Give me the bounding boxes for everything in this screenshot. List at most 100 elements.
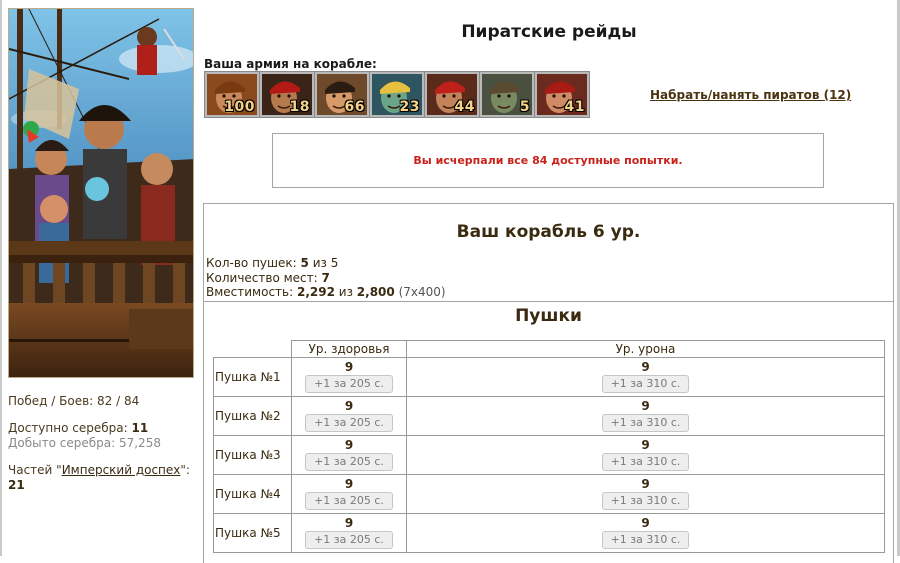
gun-name: Пушка №2: [213, 396, 292, 436]
cannons-count-row: Кол-во пушек: 5 из 5: [206, 256, 446, 271]
guns-header-row: Ур. здоровья Ур. урона: [214, 340, 885, 358]
ship-panel: Ваш корабль 6 ур. Кол-во пушек: 5 из 5 К…: [203, 203, 894, 563]
capacity-value: 2,292: [296, 285, 335, 299]
army-unit[interactable]: 23: [370, 72, 424, 117]
gun-health-level: 9: [344, 360, 354, 374]
gun-damage-cell: 9 +1 за 310 с.: [406, 435, 885, 475]
gun-damage-level: 9: [641, 399, 650, 413]
page-frame-left: [0, 0, 2, 556]
capacity-max: 2,800: [356, 285, 395, 299]
gun-damage-level: 9: [641, 516, 650, 530]
army-unit[interactable]: 5: [480, 72, 534, 117]
army-unit[interactable]: 66: [315, 72, 369, 117]
gun-name: Пушка №1: [213, 357, 292, 397]
imperial-armor-link[interactable]: Имперский доспех: [62, 463, 181, 477]
player-stats: Побед / Боев: 82 / 84 Доступно серебра: …: [8, 394, 196, 493]
wins-value: 82 / 84: [97, 394, 140, 408]
upgrade-damage-button[interactable]: +1 за 310 с.: [601, 375, 690, 393]
army-unit-count: 18: [289, 99, 310, 115]
gun-damage-level: 9: [641, 438, 650, 452]
pirate-crew-illustration: [8, 8, 194, 378]
guns-table: Ур. здоровья Ур. урона Пушка №1 9 +1 за 20…: [213, 340, 885, 553]
army-label: Ваша армия на корабле:: [204, 57, 377, 71]
gun-name: Пушка №3: [213, 435, 292, 475]
capacity-extra: (7x400): [398, 285, 446, 299]
silver-mined-row: Добыто серебра: 57,258: [8, 436, 196, 451]
upgrade-damage-button[interactable]: +1 за 310 с.: [601, 492, 690, 510]
guns-header-empty: [214, 341, 292, 358]
ship-divider: [204, 301, 893, 302]
seats-row: Количество мест: 7: [206, 271, 446, 286]
gun-row: Пушка №3 9 +1 за 205 с. 9 +1 за 310 с.: [213, 435, 885, 475]
army-unit-count: 5: [519, 99, 530, 115]
upgrade-health-button[interactable]: +1 за 205 с.: [305, 453, 393, 471]
upgrade-health-button[interactable]: +1 за 205 с.: [305, 492, 393, 510]
army-unit-count: 44: [454, 99, 475, 115]
guns-title: Пушки: [515, 306, 582, 326]
wins-label: Побед / Боев:: [8, 394, 94, 408]
gun-damage-level: 9: [641, 360, 650, 374]
army-unit-count: 23: [399, 99, 420, 115]
cannons-label: Кол-во пушек:: [206, 256, 297, 270]
hire-pirates-link[interactable]: Набрать/нанять пиратов (12): [650, 88, 851, 102]
seats-label: Количество мест:: [206, 270, 318, 285]
army-unit[interactable]: 100: [205, 72, 259, 117]
cannons-of: из 5: [312, 256, 339, 270]
army-unit-count: 41: [564, 99, 585, 115]
cannons-value: 5: [300, 256, 309, 270]
attempts-exhausted-alert: Вы исчерпали все 84 доступные попытки.: [272, 133, 824, 188]
gun-health-cell: 9 +1 за 205 с.: [291, 396, 407, 436]
armor-parts-row: Частей "Имперский доспех":: [8, 463, 196, 478]
guns-header-damage: Ур. урона: [406, 340, 885, 358]
capacity-of: из: [338, 285, 353, 299]
gun-name: Пушка №5: [213, 513, 292, 553]
silver-label: Доступно серебра:: [8, 421, 128, 435]
gun-health-level: 9: [344, 516, 354, 530]
gun-row: Пушка №5 9 +1 за 205 с. 9 +1 за 310 с.: [213, 513, 885, 553]
ship-info: Кол-во пушек: 5 из 5 Количество мест: 7 …: [206, 256, 446, 300]
guns-header-health: Ур. здоровья: [291, 340, 407, 358]
mined-label: Добыто серебра:: [8, 436, 116, 450]
army-unit[interactable]: 44: [425, 72, 479, 117]
gun-health-level: 9: [344, 399, 354, 413]
upgrade-damage-button[interactable]: +1 за 310 с.: [601, 531, 690, 549]
gun-damage-cell: 9 +1 за 310 с.: [406, 396, 885, 436]
gun-health-cell: 9 +1 за 205 с.: [291, 474, 407, 514]
gun-damage-cell: 9 +1 за 310 с.: [406, 474, 885, 514]
gun-health-cell: 9 +1 за 205 с.: [291, 357, 407, 397]
gun-health-cell: 9 +1 за 205 с.: [291, 513, 407, 553]
silver-value: 11: [131, 421, 149, 435]
upgrade-health-button[interactable]: +1 за 205 с.: [305, 414, 393, 432]
gun-name: Пушка №4: [213, 474, 292, 514]
gun-health-cell: 9 +1 за 205 с.: [291, 435, 407, 475]
gun-row: Пушка №1 9 +1 за 205 с. 9 +1 за 310 с.: [213, 357, 885, 397]
army-unit-count: 100: [224, 99, 255, 115]
gun-damage-level: 9: [641, 477, 650, 491]
army-unit[interactable]: 18: [260, 72, 314, 117]
gun-health-level: 9: [344, 477, 354, 491]
capacity-row: Вместимость: 2,292 из 2,800 (7x400): [206, 285, 446, 300]
ship-title: Ваш корабль 6 ур.: [456, 222, 641, 242]
army-unit-count: 66: [344, 99, 365, 115]
army-roster: 100 18 66 23 44 5 41: [204, 71, 590, 118]
mined-value: 57,258: [118, 436, 161, 450]
parts-suffix: ":: [180, 463, 190, 477]
upgrade-damage-button[interactable]: +1 за 310 с.: [601, 414, 690, 432]
army-unit[interactable]: 41: [535, 72, 589, 117]
gun-health-level: 9: [344, 438, 354, 452]
capacity-label: Вместимость:: [206, 285, 294, 299]
gun-damage-cell: 9 +1 за 310 с.: [406, 357, 885, 397]
parts-value: 21: [8, 478, 25, 492]
upgrade-health-button[interactable]: +1 за 205 с.: [305, 531, 393, 549]
gun-row: Пушка №4 9 +1 за 205 с. 9 +1 за 310 с.: [213, 474, 885, 514]
wins-battles-row: Побед / Боев: 82 / 84: [8, 394, 196, 409]
upgrade-health-button[interactable]: +1 за 205 с.: [305, 375, 393, 393]
seats-value: 7: [321, 270, 330, 285]
silver-available-row: Доступно серебра: 11: [8, 421, 196, 436]
page-title: Пиратские рейды: [461, 22, 637, 42]
sidebar: Побед / Боев: 82 / 84 Доступно серебра: …: [8, 8, 196, 493]
gun-damage-cell: 9 +1 за 310 с.: [406, 513, 885, 553]
upgrade-damage-button[interactable]: +1 за 310 с.: [601, 453, 690, 471]
parts-prefix: Частей ": [8, 463, 62, 477]
gun-row: Пушка №2 9 +1 за 205 с. 9 +1 за 310 с.: [213, 396, 885, 436]
